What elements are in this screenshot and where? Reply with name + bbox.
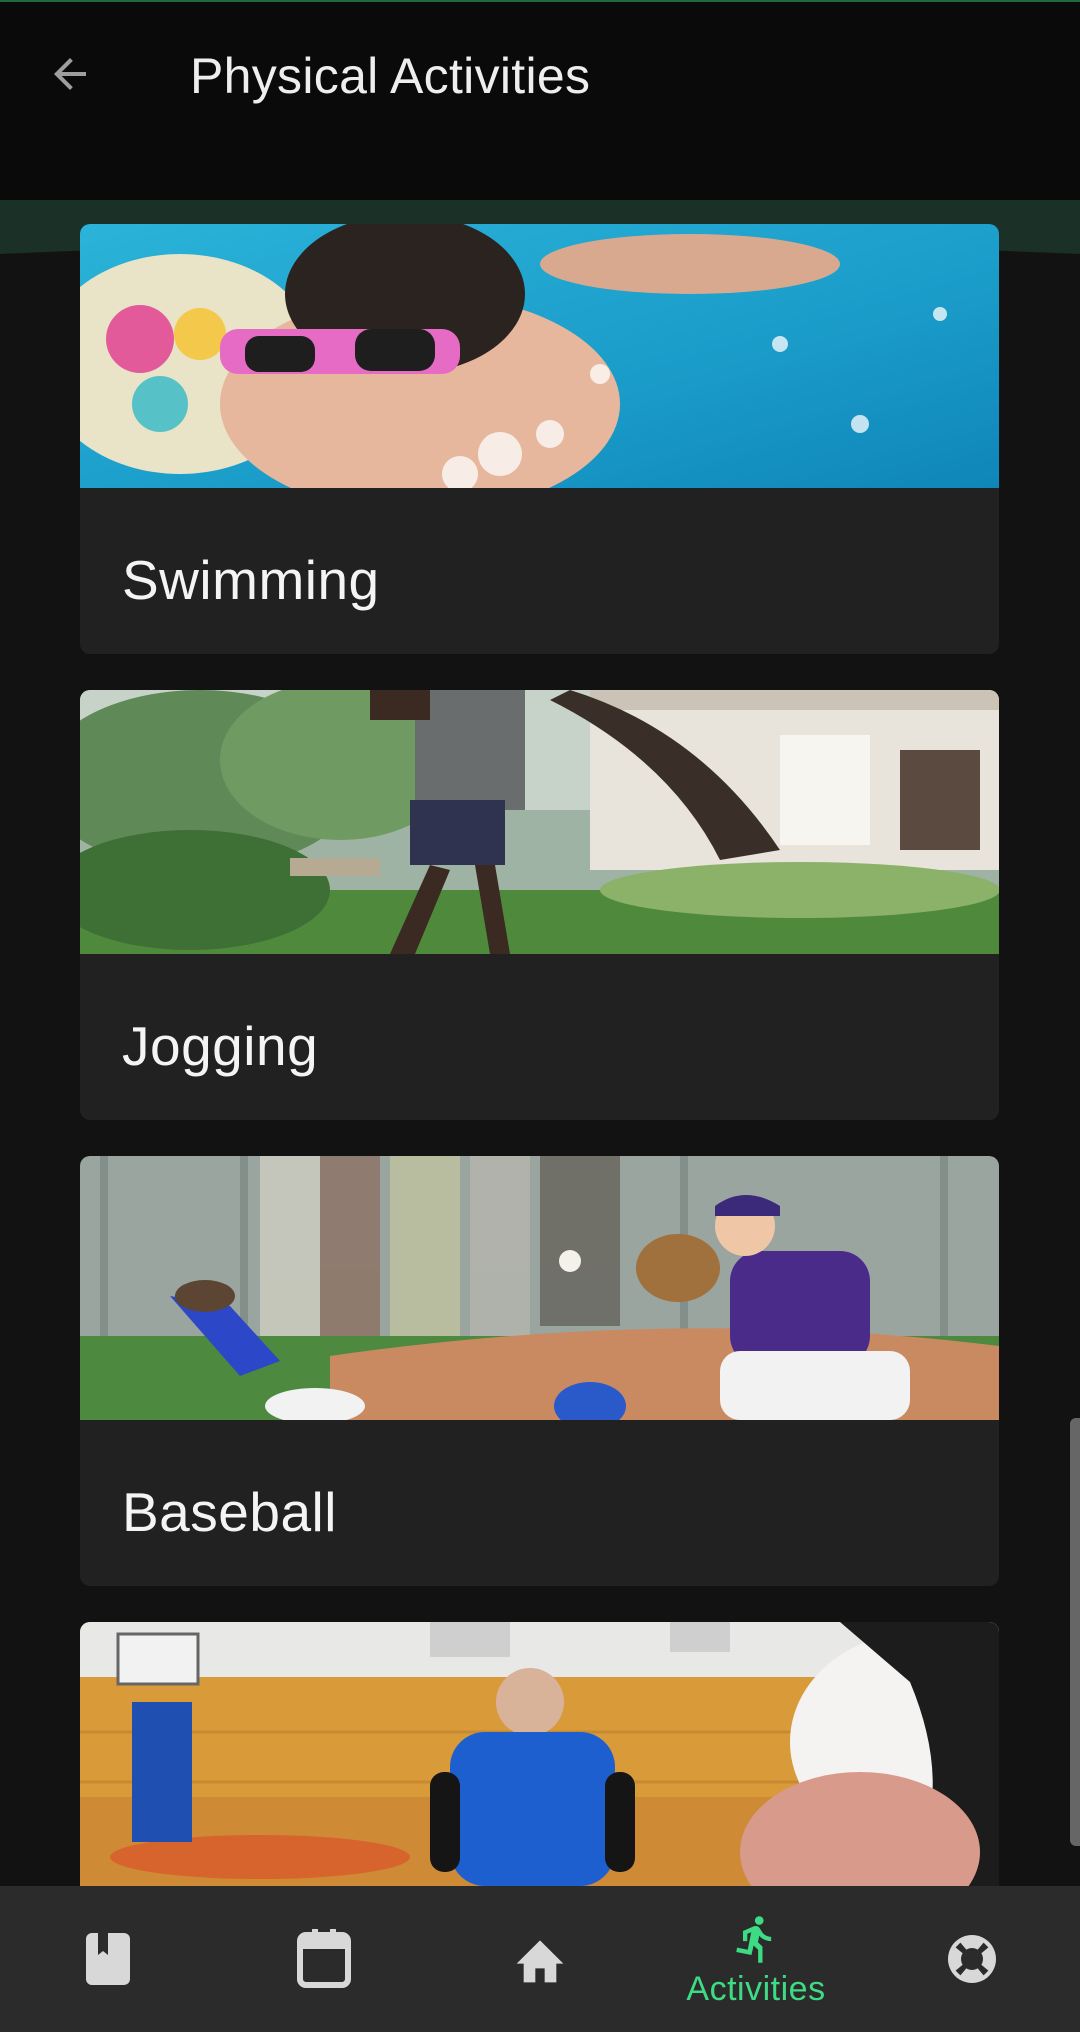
activity-card-swimming[interactable]: Swimming (80, 224, 999, 654)
bottom-navigation: Activities (0, 1886, 1080, 2032)
book-icon (86, 1933, 130, 1985)
activity-label: Jogging (122, 1015, 319, 1077)
activity-card-basketball[interactable] (80, 1622, 999, 1886)
nav-label-activities: Activities (686, 1969, 826, 2008)
activity-image-swimming (80, 224, 999, 488)
activity-list[interactable]: Swimming Jogging Baseball (0, 0, 1080, 1886)
nav-item-help[interactable] (864, 1886, 1080, 2032)
activity-card-baseball[interactable]: Baseball (80, 1156, 999, 1586)
running-person-icon (736, 1915, 772, 1963)
nav-item-home[interactable] (432, 1886, 648, 2032)
nav-item-activities[interactable]: Activities (648, 1886, 864, 2032)
activity-label: Baseball (122, 1481, 337, 1543)
scrollbar-thumb[interactable] (1070, 1418, 1080, 1846)
activity-image-baseball (80, 1156, 999, 1420)
activity-image-basketball (80, 1622, 999, 1886)
nav-item-calendar[interactable] (216, 1886, 432, 2032)
calendar-icon (297, 1929, 351, 1988)
activity-image-jogging (80, 690, 999, 954)
activity-label: Swimming (122, 549, 380, 611)
nav-item-book[interactable] (0, 1886, 216, 2032)
lifebuoy-icon (948, 1935, 996, 1983)
activity-card-jogging[interactable]: Jogging (80, 690, 999, 1120)
home-icon (516, 1940, 564, 1983)
